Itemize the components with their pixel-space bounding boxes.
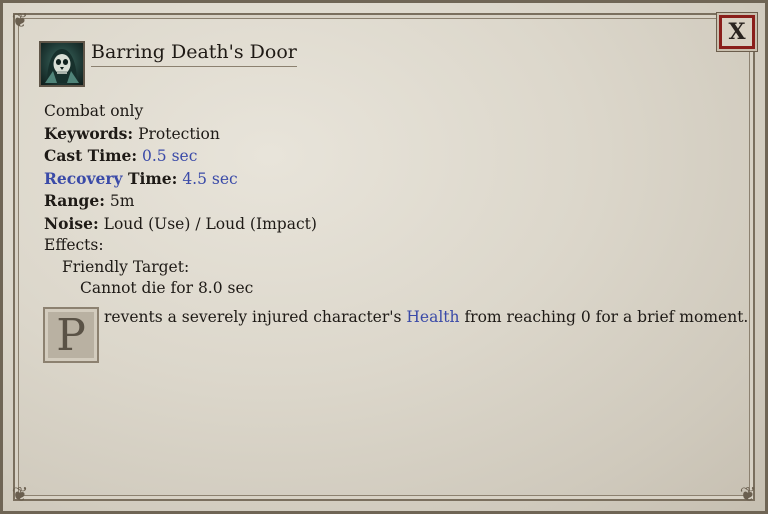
recovery-link[interactable]: Recovery xyxy=(44,169,123,188)
usage-line: Combat only xyxy=(44,102,144,120)
range-value: 5m xyxy=(109,192,135,210)
corner-ornament-icon: ❦ xyxy=(11,482,29,506)
drop-cap: P xyxy=(43,307,99,363)
ability-tooltip-panel: ❦ ❦ ❦ ❦ X Barring Death's Door Combat on… xyxy=(0,0,768,514)
range-label: Range: xyxy=(44,191,105,210)
keywords-label: Keywords: xyxy=(44,123,134,143)
noise-label: Noise: xyxy=(44,213,99,233)
keywords-line: Keywords: Protection xyxy=(44,123,317,146)
friendly-target-label: Friendly Target: xyxy=(62,257,190,276)
ability-description: revents a severely injured character's H… xyxy=(104,308,748,326)
cast-time-value: 0.5 sec xyxy=(142,147,198,165)
effects-label: Effects: xyxy=(44,236,104,254)
corner-ornament-icon: ❦ xyxy=(739,482,757,506)
noise-value: Loud (Use) / Loud (Impact) xyxy=(103,214,317,233)
close-button[interactable]: X xyxy=(719,15,755,49)
cast-time-label: Cast Time: xyxy=(44,146,138,165)
cast-time-line: Cast Time: 0.5 sec xyxy=(44,145,317,168)
recovery-time-label: Time: xyxy=(122,168,178,188)
corner-ornament-icon: ❦ xyxy=(11,8,29,32)
health-link[interactable]: Health xyxy=(406,308,459,326)
ability-title: Barring Death's Door xyxy=(91,41,297,67)
ability-details: Combat only Keywords: Protection Cast Ti… xyxy=(44,101,317,300)
skull-hooded-icon xyxy=(39,41,85,87)
recovery-time-line: Recovery Time: 4.5 sec xyxy=(44,168,317,191)
effect-text: Cannot die for 8.0 sec xyxy=(80,279,254,297)
close-icon: X xyxy=(728,19,746,45)
noise-line: Noise: Loud (Use) / Loud (Impact) xyxy=(44,213,317,236)
description-text-end: from reaching 0 for a brief moment. xyxy=(459,308,749,326)
recovery-time-value: 4.5 sec xyxy=(182,169,238,188)
keywords-value: Protection xyxy=(138,124,220,143)
range-line: Range: 5m xyxy=(44,190,317,213)
description-text: revents a severely injured character's xyxy=(104,308,407,326)
